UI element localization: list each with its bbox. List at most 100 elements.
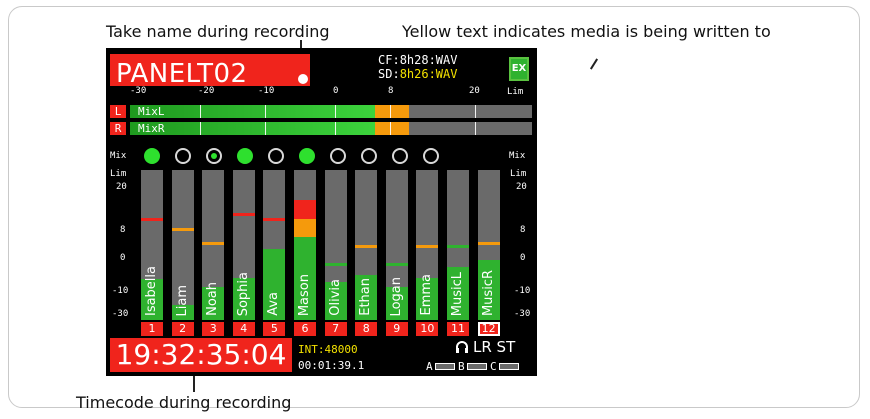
scale-tick: 20	[469, 86, 480, 96]
limiter-label-right: Lim	[510, 169, 527, 179]
mix-toggle-1[interactable]	[144, 148, 160, 164]
callout-timecode: Timecode during recording	[76, 393, 292, 412]
channel-number-1[interactable]: 1	[141, 322, 163, 336]
meter-gridline	[335, 105, 336, 118]
side-scale-tick: 0	[120, 253, 126, 263]
channel-number-7[interactable]: 7	[324, 322, 347, 336]
channel-name: Noah	[205, 282, 221, 316]
channel-name: Ethan	[358, 278, 374, 316]
track-b-meter	[467, 363, 487, 370]
callout-yellow-text: Yellow text indicates media is being wri…	[402, 22, 771, 41]
sd-label: SD:	[378, 67, 400, 81]
mix-toggle-9[interactable]	[392, 148, 408, 164]
meter-gridline	[475, 105, 476, 118]
channel-name: Sophia	[235, 271, 251, 316]
channel-number-8[interactable]: 8	[355, 322, 378, 336]
master-right-label: R	[110, 122, 126, 135]
channel-number-3[interactable]: 3	[202, 322, 225, 336]
side-scale-tick: -30	[112, 309, 129, 319]
channel-meter-3[interactable]: Noah	[202, 170, 225, 320]
callout-take-name: Take name during recording	[106, 22, 330, 41]
scale-tick: 0	[333, 86, 339, 96]
record-dot-icon	[298, 74, 308, 84]
mix-toggle-7[interactable]	[330, 148, 346, 164]
scale-tick: -10	[258, 86, 275, 96]
meter-gridline	[475, 122, 476, 135]
channel-number-10[interactable]: 10	[416, 322, 439, 336]
take-name-banner[interactable]: PANELT02	[110, 54, 310, 89]
side-scale-tick: 20	[116, 182, 127, 192]
channel-name: Ava	[266, 292, 282, 316]
mix-toggle-8[interactable]	[361, 148, 377, 164]
timecode-display: 19:32:35:04	[110, 338, 292, 372]
sample-rate: INT:48000	[298, 343, 358, 356]
channel-meter-5[interactable]: Ava	[263, 170, 286, 320]
channel-meter-6[interactable]: Mason	[294, 170, 316, 320]
channel-number-4[interactable]: 4	[232, 322, 255, 336]
master-left-name: MixL	[138, 105, 165, 118]
channel-peak-zone	[294, 219, 316, 237]
channel-peak	[141, 218, 163, 221]
scale-tick: -30	[130, 86, 147, 96]
channel-peak	[232, 213, 255, 216]
channel-name: Liam	[174, 284, 190, 316]
mix-toggle-4[interactable]	[237, 148, 253, 164]
channel-number-5[interactable]: 5	[263, 322, 286, 336]
track-a-label: A	[426, 360, 433, 373]
cf-value: 8h28:WAV	[399, 53, 458, 67]
channel-meter-2[interactable]: Liam	[171, 170, 194, 320]
meter-gridline	[390, 122, 391, 135]
meter-fill	[130, 122, 375, 135]
track-a-meter	[435, 363, 455, 370]
channel-number-12[interactable]: 12	[477, 322, 500, 336]
channel-number-6[interactable]: 6	[294, 322, 316, 336]
mix-label-right: Mix	[509, 151, 526, 161]
channel-name: Logan	[388, 276, 404, 316]
scale-tick: -20	[198, 86, 215, 96]
sd-value: 8h26:WAV	[399, 67, 458, 81]
channel-meter-1[interactable]: Isabella	[141, 170, 163, 320]
channel-name: MusicL	[450, 271, 465, 316]
mix-toggle-5[interactable]	[268, 148, 284, 164]
side-scale-tick: -30	[514, 309, 531, 319]
limiter-label-top: Lim	[507, 87, 524, 97]
master-right-name: MixR	[138, 122, 165, 135]
channel-meter-4[interactable]: Sophia	[232, 170, 255, 320]
channel-name: Emma	[419, 274, 435, 316]
mix-toggle-10[interactable]	[423, 148, 439, 164]
channel-meter-8[interactable]: Ethan	[355, 170, 378, 320]
meter-peak	[375, 122, 409, 135]
meter-gridline	[265, 122, 266, 135]
mix-toggle-6[interactable]	[299, 148, 315, 164]
channel-meter-10[interactable]: Emma	[416, 170, 439, 320]
channel-meter-7[interactable]: Olivia	[324, 170, 347, 320]
side-scale-tick: 8	[120, 225, 126, 235]
channel-number-9[interactable]: 9	[385, 322, 408, 336]
meter-hold-marker	[398, 105, 401, 118]
mix-label-left: Mix	[110, 151, 127, 161]
battery-ex-icon: EX	[509, 57, 529, 81]
record-duration: 00:01:39.1	[298, 359, 365, 372]
meter-fill	[130, 105, 375, 118]
channel-name: MusicR	[480, 269, 496, 316]
channel-meter-9[interactable]: Logan	[385, 170, 408, 320]
channel-peak	[324, 263, 347, 266]
channel-meter-12[interactable]: MusicR	[477, 170, 500, 320]
channel-meter-11[interactable]: MusicL	[447, 170, 469, 320]
channel-number-2[interactable]: 2	[171, 322, 194, 336]
channel-number-11[interactable]: 11	[447, 322, 469, 336]
meter-gridline	[335, 122, 336, 135]
sd-media-status: SD:8h26:WAV	[378, 68, 457, 81]
side-scale-tick: 8	[520, 225, 526, 235]
cf-label: CF:	[378, 53, 400, 67]
meter-peak	[375, 105, 409, 118]
mix-toggle-2[interactable]	[175, 148, 191, 164]
meter-gridline	[200, 105, 201, 118]
channel-peak	[477, 242, 500, 245]
track-c-label: C	[490, 360, 497, 373]
meter-hold-marker	[398, 122, 401, 135]
mix-toggle-3[interactable]	[206, 148, 222, 164]
recorder-screen: PANELT02 CF:8h28:WAV SD:8h26:WAV EX Lim …	[106, 48, 537, 376]
side-scale-tick: -10	[514, 286, 531, 296]
side-scale-tick: -10	[112, 286, 129, 296]
